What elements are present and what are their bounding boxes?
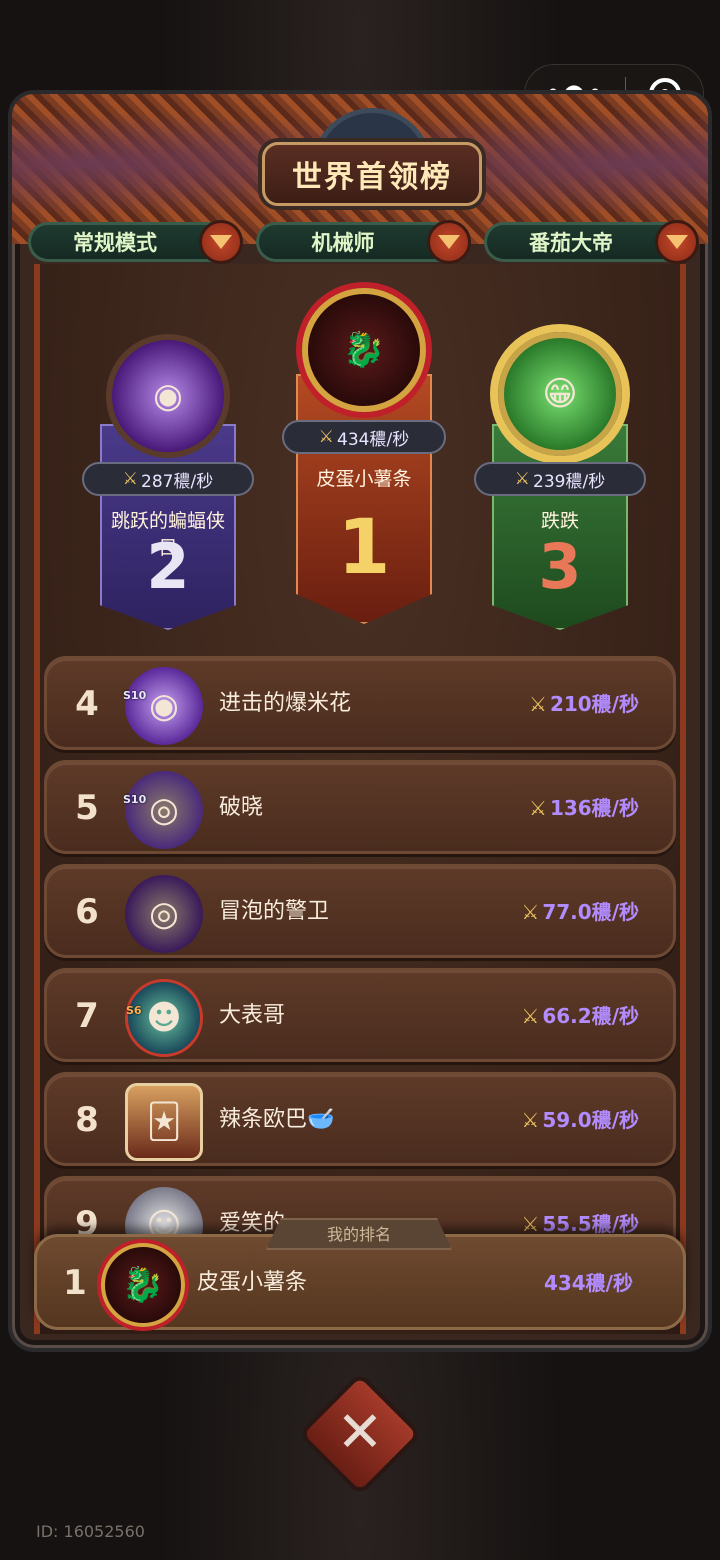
filter-mode[interactable]: 常规模式 [28, 220, 243, 264]
avatar: 🐉 [302, 288, 426, 412]
user-id: ID: 16052560 [36, 1522, 145, 1541]
score-label: ⚔ 434穠/秒 [282, 420, 446, 454]
list-item[interactable]: 5 ◎ S10 破晓 ⚔ 136穠/秒 [44, 760, 676, 854]
avatar: 🃏 [125, 1083, 203, 1161]
player-name: 辣条欧巴🥣 [219, 1107, 335, 1132]
avatar: ◎ [125, 875, 203, 953]
rank-number: 4 [75, 684, 99, 724]
score-label: ⚔ 287穠/秒 [82, 462, 254, 496]
avatar: ☻ S6 [125, 979, 203, 1057]
avatar: 😁 [498, 332, 622, 456]
list-item[interactable]: 4 ◉ S10 进击的爆米花 ⚔ 210穠/秒 [44, 656, 676, 750]
player-name: 跌跌 [540, 510, 579, 532]
score-value: 77.0穠/秒 [542, 900, 639, 924]
score-value: 59.0穠/秒 [542, 1108, 639, 1132]
rank-number: 2 [146, 530, 190, 603]
rank-number: 8 [75, 1100, 99, 1140]
goggles-face-icon: ◎ [149, 790, 179, 830]
score-label: ⚔ 59.0穠/秒 [521, 1075, 639, 1165]
card-portrait-icon: 🃏 [146, 1102, 182, 1142]
podium-first[interactable]: 🐉 ⚔ 434穠/秒 皮蛋小薯条 1 [282, 288, 446, 624]
rank-number: 7 [75, 996, 99, 1036]
crossed-swords-icon: ⚔ [318, 427, 335, 447]
triangle-down-icon[interactable] [199, 220, 243, 264]
filter-mode-label: 常规模式 [73, 231, 157, 255]
triangle-down-icon[interactable] [427, 220, 471, 264]
avatar: ◉ [106, 334, 230, 458]
player-name: 皮蛋小薯条 [316, 468, 412, 490]
crossed-swords-icon: ⚔ [122, 469, 139, 489]
score-value: 66.2穠/秒 [542, 1004, 639, 1028]
filter-class[interactable]: 机械师 [256, 220, 471, 264]
score-value: 210穠/秒 [549, 692, 639, 716]
my-rank-tab: 我的排名 [266, 1218, 452, 1250]
avatar: ◎ S10 [123, 771, 203, 849]
eye-monster-icon: ◉ [149, 686, 179, 726]
avatar: 🐉 [101, 1243, 185, 1327]
list-item[interactable]: 7 ☻ S6 大表哥 ⚔ 66.2穠/秒 [44, 968, 676, 1062]
green-face-icon: ☻ [146, 998, 182, 1038]
player-name: 皮蛋小薯条 [197, 1270, 308, 1295]
season-badge: S6 [126, 1004, 142, 1017]
score-label: ⚔ 210穠/秒 [529, 659, 639, 749]
player-name: 破晓 [219, 795, 264, 820]
crossed-swords-icon: ⚔ [521, 900, 540, 924]
score-value: 434穠/秒 [337, 429, 410, 450]
player-name: 大表哥 [219, 1003, 286, 1028]
season-badge: S10 [123, 793, 147, 806]
season-badge: S10 [123, 689, 147, 702]
score-value: 239穠/秒 [533, 471, 606, 492]
rank-number: 3 [538, 530, 582, 603]
crossed-swords-icon: ⚔ [521, 1004, 540, 1028]
rank-number: 1 [337, 502, 391, 591]
grin-face-icon: 😁 [542, 374, 578, 414]
crossed-swords-icon: ⚔ [521, 1108, 540, 1132]
dragon-icon: 🐉 [342, 330, 386, 370]
eye-monster-icon: ◉ [153, 376, 183, 416]
player-name: 冒泡的警卫 [219, 899, 330, 924]
rank-number: 5 [75, 788, 99, 828]
rank-number: 6 [75, 892, 99, 932]
score-value: 287穠/秒 [141, 471, 214, 492]
rank-number: 1 [63, 1263, 87, 1303]
crossed-swords-icon: ⚔ [514, 469, 531, 489]
crossed-swords-icon: ⚔ [529, 796, 547, 820]
close-x-icon[interactable]: ✕ [316, 1390, 404, 1478]
podium-second[interactable]: ◉ ⚔ 287穠/秒 跳跃的蝙蝠侠 目 2 [82, 334, 254, 630]
filter-boss-label: 番茄大帝 [529, 231, 613, 255]
score-value: 434穠/秒 [543, 1271, 633, 1295]
avatar: ◉ S10 [123, 667, 203, 745]
goggles-face-icon: ◎ [149, 894, 179, 934]
score-label: ⚔ 136穠/秒 [529, 763, 639, 853]
page-title: 世界首领榜 [262, 142, 482, 206]
filter-boss[interactable]: 番茄大帝 [484, 220, 699, 264]
list-item[interactable]: 8 🃏 辣条欧巴🥣 ⚔ 59.0穠/秒 [44, 1072, 676, 1166]
podium-third[interactable]: 😁 ⚔ 239穠/秒 跌跌 3 [474, 332, 646, 630]
triangle-down-icon[interactable] [655, 220, 699, 264]
filter-class-label: 机械师 [311, 231, 375, 255]
dragon-icon: 🐉 [121, 1265, 165, 1305]
player-name: 进击的爆米花 [219, 691, 352, 716]
score-label: ⚔ 66.2穠/秒 [521, 971, 639, 1061]
score-value: 136穠/秒 [549, 796, 639, 820]
crossed-swords-icon: ⚔ [529, 692, 547, 716]
score-value: 55.5穠/秒 [542, 1212, 639, 1236]
score-label: ⚔ 77.0穠/秒 [521, 867, 639, 957]
score-label: ⚔ 239穠/秒 [474, 462, 646, 496]
list-item[interactable]: 6 ◎ 冒泡的警卫 ⚔ 77.0穠/秒 [44, 864, 676, 958]
